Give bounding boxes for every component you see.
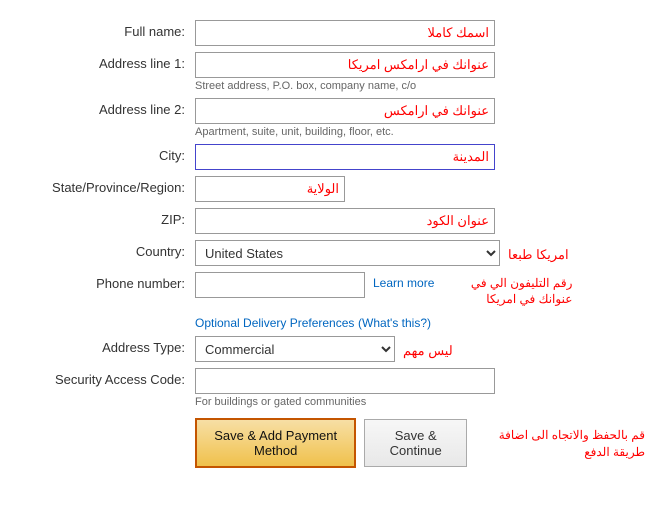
phone-input[interactable] [195, 272, 365, 298]
full-name-input[interactable] [195, 20, 495, 46]
address1-field: Street address, P.O. box, company name, … [195, 52, 645, 92]
security-code-row: Security Access Code: For buildings or g… [20, 368, 645, 408]
phone-input-row: Learn more رقم التليفون الي في عنوانك في… [195, 272, 645, 307]
address2-label: Address line 2: [20, 98, 195, 117]
address1-hint: Street address, P.O. box, company name, … [195, 80, 645, 92]
security-code-label: Security Access Code: [20, 368, 195, 387]
address1-input[interactable] [195, 52, 495, 78]
address2-row: Address line 2: Apartment, suite, unit, … [20, 98, 645, 138]
security-code-input[interactable] [195, 368, 495, 394]
save-continue-button[interactable]: Save & Continue [364, 419, 467, 467]
address-type-annotation: ليس مهم [403, 339, 453, 359]
country-label: Country: [20, 240, 195, 259]
zip-input[interactable] [195, 208, 495, 234]
address1-label: Address line 1: [20, 52, 195, 71]
learn-more-link[interactable]: Learn more [373, 272, 434, 290]
security-code-hint: For buildings or gated communities [195, 396, 645, 408]
country-field: United States امريكا طبعا [195, 240, 645, 266]
city-label: City: [20, 144, 195, 163]
zip-field [195, 208, 645, 234]
state-field [195, 176, 645, 202]
phone-annotation: رقم التليفون الي في عنوانك في امريكا [442, 272, 572, 307]
country-select[interactable]: United States [195, 240, 500, 266]
phone-row: Phone number: Learn more رقم التليفون ال… [20, 272, 645, 307]
address-type-field: Commercial ليس مهم [195, 336, 645, 362]
state-row: State/Province/Region: [20, 176, 645, 202]
optional-whats-this[interactable]: (What's this?) [358, 316, 431, 330]
zip-row: ZIP: [20, 208, 645, 234]
country-annotation: امريكا طبعا [508, 243, 569, 263]
save-add-button[interactable]: Save & Add Payment Method [195, 418, 356, 468]
address2-field: Apartment, suite, unit, building, floor,… [195, 98, 645, 138]
buttons-row: Save & Add Payment Method Save & Continu… [20, 418, 645, 468]
city-field [195, 144, 645, 170]
security-code-field: For buildings or gated communities [195, 368, 645, 408]
full-name-label: Full name: [20, 20, 195, 39]
full-name-row: Full name: [20, 20, 645, 46]
address-form: Full name: Address line 1: Street addres… [0, 10, 665, 478]
city-row: City: [20, 144, 645, 170]
optional-header: Optional Delivery Preferences (What's th… [20, 315, 645, 330]
address1-row: Address line 1: Street address, P.O. box… [20, 52, 645, 92]
country-row: Country: United States امريكا طبعا [20, 240, 645, 266]
phone-field: Learn more رقم التليفون الي في عنوانك في… [195, 272, 645, 307]
city-input[interactable] [195, 144, 495, 170]
phone-label: Phone number: [20, 272, 195, 291]
address-type-row: Address Type: Commercial ليس مهم [20, 336, 645, 362]
state-input[interactable] [195, 176, 345, 202]
state-label: State/Province/Region: [20, 176, 195, 195]
address2-input[interactable] [195, 98, 495, 124]
address-type-label: Address Type: [20, 336, 195, 355]
full-name-field [195, 20, 645, 46]
button-annotation: قم بالحفظ والاتجاه الى اضافة طريقة الدفع [485, 425, 645, 461]
address-type-select[interactable]: Commercial [195, 336, 395, 362]
zip-label: ZIP: [20, 208, 195, 227]
optional-header-text: Optional Delivery Preferences [195, 316, 354, 330]
optional-section: Optional Delivery Preferences (What's th… [20, 315, 645, 408]
address2-hint: Apartment, suite, unit, building, floor,… [195, 126, 645, 138]
